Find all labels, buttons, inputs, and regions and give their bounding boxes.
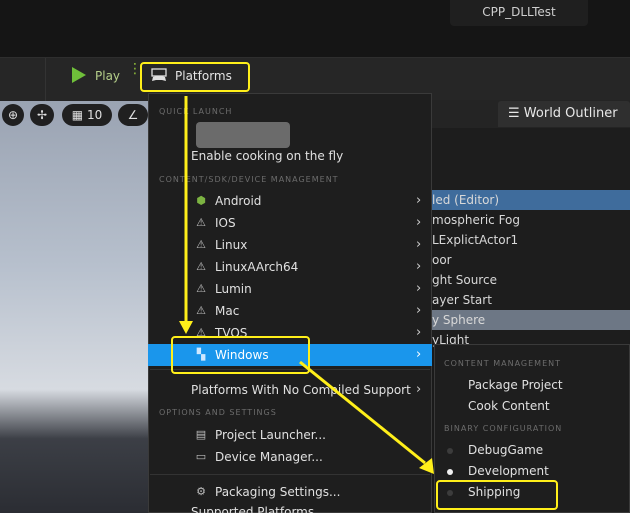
annotation-arrows [179, 96, 434, 474]
